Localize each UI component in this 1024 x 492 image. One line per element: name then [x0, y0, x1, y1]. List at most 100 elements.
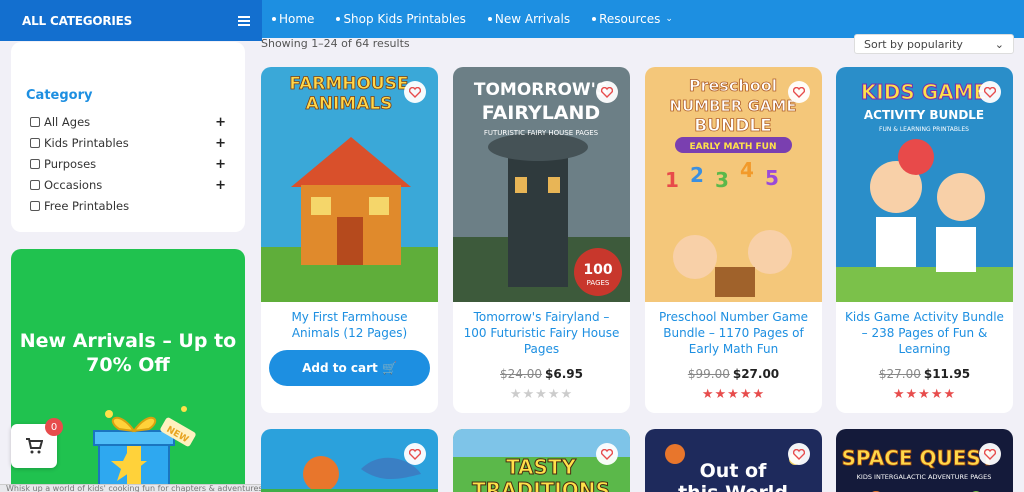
category-item-kids-printables[interactable]: Kids Printables + [30, 135, 226, 151]
promo-text: New Arrivals – Up to 70% Off [19, 330, 237, 376]
product-card[interactable]: TASTY TRADITIONS [453, 429, 630, 492]
wishlist-heart-icon[interactable] [979, 81, 1001, 103]
sort-select[interactable]: Sort by popularity ⌄ [854, 34, 1014, 54]
category-item-occasions[interactable]: Occasions + [30, 177, 226, 193]
rating-stars: ★★★★★ [509, 387, 574, 402]
svg-text:5: 5 [765, 166, 779, 190]
product-card[interactable]: FARMHOUSE ANIMALS My First Farmhouse Ani… [261, 67, 438, 413]
add-to-cart-label: Add to cart [302, 361, 378, 375]
old-price: $24.00 [500, 367, 543, 381]
svg-text:TRADITIONS: TRADITIONS [472, 478, 610, 492]
nav-shop-kids-printables[interactable]: Shop Kids Printables [336, 12, 466, 26]
product-title[interactable]: Preschool Number Game Bundle – 1170 Page… [653, 309, 814, 357]
svg-text:ANIMALS: ANIMALS [306, 94, 393, 114]
svg-text:3: 3 [715, 168, 729, 192]
product-price: $27.00 $11.95 [836, 367, 1013, 381]
checkbox[interactable] [30, 138, 40, 148]
product-card[interactable]: Preschool NUMBER GAME BUNDLE EARLY MATH … [645, 67, 822, 413]
svg-text:EARLY MATH FUN: EARLY MATH FUN [689, 142, 776, 152]
svg-text:ACTIVITY BUNDLE: ACTIVITY BUNDLE [864, 108, 984, 122]
svg-text:FUN & LEARNING PRINTABLES: FUN & LEARNING PRINTABLES [879, 126, 969, 133]
wishlist-heart-icon[interactable] [596, 443, 618, 465]
wishlist-heart-icon[interactable] [979, 443, 1001, 465]
category-label: Free Printables [44, 199, 130, 213]
product-card[interactable]: KIDS GAME ACTIVITY BUNDLE FUN & LEARNING… [836, 67, 1013, 413]
wishlist-heart-icon[interactable] [596, 81, 618, 103]
nav-home-label: Home [279, 12, 315, 26]
svg-text:KIDS GAME: KIDS GAME [861, 80, 987, 104]
cart-count-badge: 0 [45, 418, 63, 436]
svg-text:2: 2 [690, 163, 704, 187]
expand-plus-icon[interactable]: + [215, 157, 226, 172]
sale-price: $27.00 [732, 367, 780, 381]
bullet-icon [592, 17, 597, 21]
wishlist-heart-icon[interactable] [788, 81, 810, 103]
product-price: $24.00 $6.95 [453, 367, 630, 381]
svg-text:TOMORROW'S: TOMORROW'S [474, 80, 608, 100]
category-item-all-ages[interactable]: All Ages + [30, 114, 226, 130]
product-title[interactable]: My First Farmhouse Animals (12 Pages) [269, 309, 430, 341]
checkbox[interactable] [30, 159, 40, 169]
category-label: All Ages [44, 115, 91, 129]
svg-text:this World: this World [678, 482, 788, 492]
add-to-cart-button[interactable]: Add to cart 🛒 [269, 350, 430, 386]
svg-text:Out of: Out of [700, 460, 767, 482]
product-title[interactable]: Kids Game Activity Bundle – 238 Pages of… [844, 309, 1005, 357]
svg-text:1: 1 [665, 168, 679, 192]
checkbox[interactable] [30, 201, 40, 211]
main-menu: Home Shop Kids Printables New Arrivals R… [262, 0, 695, 38]
svg-text:4: 4 [740, 158, 754, 182]
expand-plus-icon[interactable]: + [215, 178, 226, 193]
expand-plus-icon[interactable]: + [215, 136, 226, 151]
product-card[interactable]: Out of this World [645, 429, 822, 492]
category-item-free-printables[interactable]: Free Printables [30, 198, 226, 214]
wishlist-heart-icon[interactable] [788, 443, 810, 465]
nav-resources[interactable]: Resources ⌄ [592, 12, 673, 26]
sale-price: $11.95 [923, 367, 971, 381]
wishlist-heart-icon[interactable] [404, 443, 426, 465]
svg-text:KIDS INTERGALACTIC ADVENTURE P: KIDS INTERGALACTIC ADVENTURE PAGES [857, 473, 992, 481]
svg-text:TASTY: TASTY [506, 455, 577, 479]
bullet-icon [272, 17, 276, 21]
old-price: $27.00 [878, 367, 921, 381]
expand-plus-icon[interactable]: + [215, 115, 226, 130]
product-image[interactable]: TOMORROW'S FAIRYLAND FUTURISTIC FAIRY HO… [453, 67, 630, 302]
category-title: Category [26, 88, 93, 103]
svg-text:FARMHOUSE: FARMHOUSE [289, 74, 408, 94]
nav-shop-label: Shop Kids Printables [343, 12, 466, 26]
wishlist-heart-icon[interactable] [404, 81, 426, 103]
product-card[interactable]: SPACE QUEST KIDS INTERGALACTIC ADVENTURE… [836, 429, 1013, 492]
nav-resources-label: Resources [599, 12, 661, 26]
cart-icon: 🛒 [381, 361, 397, 375]
chevron-down-icon: ⌄ [665, 14, 673, 24]
svg-text:SPACE QUEST: SPACE QUEST [842, 446, 995, 470]
svg-text:NUMBER GAME: NUMBER GAME [669, 97, 796, 115]
product-card[interactable] [261, 429, 438, 492]
all-categories-label: ALL CATEGORIES [22, 13, 133, 28]
svg-text:FUTURISTIC FAIRY HOUSE PAGES: FUTURISTIC FAIRY HOUSE PAGES [484, 129, 599, 137]
all-categories-button[interactable]: ALL CATEGORIES [0, 0, 262, 41]
category-label: Occasions [44, 178, 103, 192]
rating-stars: ★★★★★ [701, 387, 766, 402]
product-title[interactable]: Tomorrow's Fairyland – 100 Futuristic Fa… [461, 309, 622, 357]
sale-price: $6.95 [545, 367, 583, 381]
bullet-icon [487, 17, 492, 21]
checkbox[interactable] [30, 117, 40, 127]
svg-text:FAIRYLAND: FAIRYLAND [482, 102, 600, 124]
product-card[interactable]: TOMORROW'S FAIRYLAND FUTURISTIC FAIRY HO… [453, 67, 630, 413]
nav-home[interactable]: Home [272, 12, 314, 26]
gift-box-icon: NEW [93, 406, 196, 492]
category-label: Kids Printables [44, 136, 129, 150]
product-image[interactable]: FARMHOUSE ANIMALS [261, 67, 438, 302]
results-count: Showing 1–24 of 64 results [261, 37, 410, 50]
product-image[interactable]: Preschool NUMBER GAME BUNDLE EARLY MATH … [645, 67, 822, 302]
old-price: $99.00 [687, 367, 730, 381]
category-item-purposes[interactable]: Purposes + [30, 156, 226, 172]
svg-text:BUNDLE: BUNDLE [694, 116, 772, 136]
product-image[interactable]: KIDS GAME ACTIVITY BUNDLE FUN & LEARNING… [836, 67, 1013, 302]
nav-new-arrivals-label: New Arrivals [494, 12, 571, 26]
sort-selected-label: Sort by popularity [864, 38, 963, 51]
nav-new-arrivals[interactable]: New Arrivals [487, 12, 571, 26]
checkbox[interactable] [30, 180, 40, 190]
top-navigation: ALL CATEGORIES Home Shop Kids Printables… [0, 0, 1024, 41]
